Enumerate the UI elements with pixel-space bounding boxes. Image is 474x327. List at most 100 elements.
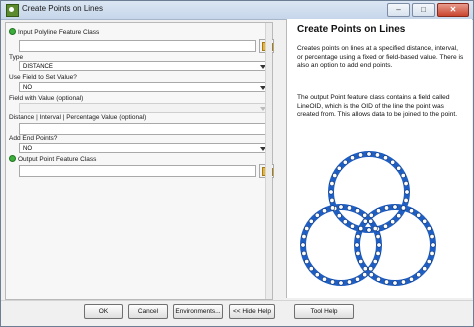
- line-point: [308, 218, 314, 224]
- line-point: [314, 272, 320, 278]
- line-point: [346, 205, 352, 211]
- line-point: [368, 272, 374, 278]
- line-point: [376, 242, 382, 248]
- line-point: [350, 155, 356, 161]
- line-point: [426, 226, 432, 232]
- line-point: [416, 212, 422, 218]
- window-controls: – □ ✕: [387, 3, 469, 17]
- ok-button[interactable]: OK: [84, 304, 123, 319]
- line-point: [301, 234, 307, 240]
- line-point: [372, 226, 378, 232]
- line-point: [400, 205, 406, 211]
- type-dropdown[interactable]: DISTANCE: [19, 61, 268, 71]
- close-button[interactable]: ✕: [437, 3, 469, 17]
- line-point: [396, 165, 402, 171]
- type-dropdown-value: DISTANCE: [23, 64, 53, 70]
- line-point: [308, 266, 314, 272]
- type-label: Type: [9, 54, 24, 61]
- line-point: [362, 266, 368, 272]
- environments-button[interactable]: Environments...: [173, 304, 223, 319]
- line-point: [374, 152, 380, 158]
- line-point: [408, 208, 414, 214]
- line-point: [300, 242, 306, 248]
- line-point: [346, 279, 352, 285]
- line-point: [396, 213, 402, 219]
- line-point: [354, 208, 360, 214]
- panel-splitter[interactable]: [277, 31, 283, 299]
- vertical-scrollbar[interactable]: [265, 23, 272, 299]
- cancel-button[interactable]: Cancel: [128, 304, 168, 319]
- line-point: [375, 234, 381, 240]
- line-point: [390, 219, 396, 225]
- line-point: [430, 242, 436, 248]
- help-description: Creates points on lines at a specified d…: [297, 45, 464, 70]
- required-dot-icon: [9, 155, 16, 162]
- add-end-points-value: NO: [23, 146, 32, 152]
- field-value-label: Field with Value (optional): [9, 95, 84, 102]
- line-point: [328, 189, 334, 195]
- line-point: [366, 151, 372, 157]
- required-dot-icon: [9, 28, 16, 35]
- line-point: [408, 276, 414, 282]
- input-label-row: Input Polyline Feature Class: [9, 28, 99, 36]
- use-field-label: Use Field to Set Value?: [9, 74, 77, 81]
- line-point: [362, 272, 368, 278]
- line-point: [336, 165, 342, 171]
- add-end-points-dropdown[interactable]: NO: [19, 143, 268, 153]
- line-point: [404, 189, 410, 195]
- minimize-button[interactable]: –: [387, 3, 410, 17]
- line-point: [376, 208, 382, 214]
- help-title: Create Points on Lines: [297, 24, 406, 35]
- output-point-field[interactable]: [19, 165, 256, 177]
- line-point: [342, 219, 348, 225]
- line-point: [330, 279, 336, 285]
- parameters-panel: Input Polyline Feature Class Type DISTAN…: [5, 22, 274, 300]
- field-value-dropdown[interactable]: [19, 103, 268, 113]
- line-point: [330, 205, 336, 211]
- line-point: [342, 159, 348, 165]
- maximize-button[interactable]: □: [412, 3, 435, 17]
- line-point: [362, 218, 368, 224]
- add-end-points-label: Add End Points?: [9, 135, 58, 142]
- interval-label: Distance | Interval | Percentage Value (…: [9, 114, 147, 121]
- output-point-label: Output Point Feature Class: [18, 156, 97, 163]
- output-label-row: Output Point Feature Class: [9, 155, 96, 163]
- line-point: [329, 181, 335, 187]
- line-point: [384, 279, 390, 285]
- line-point: [368, 212, 374, 218]
- input-polyline-label: Input Polyline Feature Class: [18, 29, 100, 36]
- line-point: [422, 218, 428, 224]
- line-point: [416, 272, 422, 278]
- button-bar: OK Cancel Environments... << Hide Help T…: [1, 300, 473, 326]
- interval-value-field[interactable]: [19, 123, 272, 135]
- line-point: [304, 226, 310, 232]
- line-point: [429, 234, 435, 240]
- line-point: [382, 223, 388, 229]
- line-point: [322, 208, 328, 214]
- line-point: [390, 159, 396, 165]
- line-point: [354, 242, 360, 248]
- line-point: [426, 258, 432, 264]
- line-point: [366, 227, 372, 233]
- line-point: [392, 204, 398, 210]
- tool-help-button[interactable]: Tool Help: [294, 304, 354, 319]
- input-polyline-field[interactable]: [19, 40, 256, 52]
- line-point: [376, 276, 382, 282]
- line-point: [382, 155, 388, 161]
- line-point: [362, 212, 368, 218]
- line-point: [358, 152, 364, 158]
- title-bar[interactable]: Create Points on Lines – □ ✕: [1, 1, 473, 20]
- line-point: [350, 223, 356, 229]
- help-panel: Create Points on Lines Creates points on…: [286, 19, 472, 298]
- line-point: [400, 173, 406, 179]
- line-point: [338, 280, 344, 286]
- line-point: [368, 218, 374, 224]
- use-field-dropdown[interactable]: NO: [19, 82, 268, 92]
- line-point: [301, 250, 307, 256]
- line-point: [429, 250, 435, 256]
- line-point: [358, 258, 364, 264]
- line-point: [354, 276, 360, 282]
- line-point: [358, 226, 364, 232]
- hide-help-button[interactable]: << Hide Help: [229, 304, 275, 319]
- line-point: [336, 213, 342, 219]
